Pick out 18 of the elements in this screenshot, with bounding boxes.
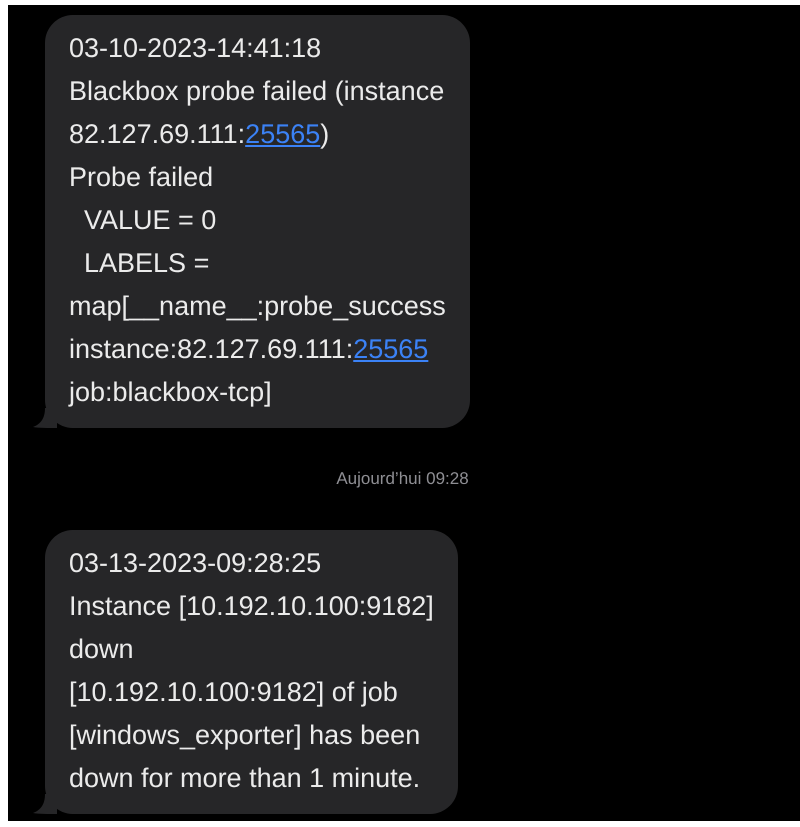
port-link[interactable]: 25565 [245, 119, 320, 149]
message-line: Instance [10.192.10.100:9182] [69, 590, 434, 623]
message-line: 03-13-2023-09:28:25 [69, 546, 322, 580]
message-line: VALUE = 0 [83, 204, 216, 237]
message-line: map[__name__:probe_success [69, 290, 446, 323]
message-line: [windows_exporter] has been [69, 718, 420, 752]
message-line: down for more than 1 minute. [69, 762, 420, 794]
message-line: Blackbox probe failed (instance [69, 75, 444, 108]
message-line: instance:82.127.69.111:25565 [69, 333, 428, 366]
date-label: Aujourd’hui 09:28 [336, 468, 469, 490]
message-line: 82.127.69.111:25565) [69, 118, 330, 151]
port-link[interactable]: 25565 [353, 334, 428, 364]
message-line: job:blackbox-tcp] [69, 376, 272, 409]
message-line: [10.192.10.100:9182] of job [69, 676, 398, 709]
message-line: LABELS = [83, 247, 210, 280]
message-line: down [69, 632, 134, 666]
message-line: Probe failed [69, 161, 214, 194]
message-line: 03-10-2023-14:41:18 [69, 32, 322, 65]
